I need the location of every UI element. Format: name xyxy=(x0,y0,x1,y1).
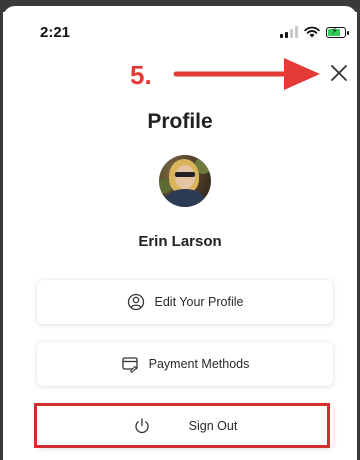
payment-methods-button[interactable]: Payment Methods xyxy=(37,342,333,386)
annotation-arrow-icon xyxy=(173,58,320,90)
user-name: Erin Larson xyxy=(138,233,222,250)
step-number-annotation: 5. xyxy=(130,60,152,90)
battery-icon: ⚡ xyxy=(326,25,349,38)
screen-top-edge xyxy=(3,6,357,18)
charging-bolt-icon: ⚡ xyxy=(331,25,339,37)
status-time: 2:21 xyxy=(40,24,71,41)
wifi-icon xyxy=(304,26,320,38)
user-circle-icon xyxy=(127,293,145,311)
page-title: Profile xyxy=(147,110,213,133)
status-bar: 2:21 ⚡ xyxy=(0,18,360,46)
edit-profile-button[interactable]: Edit Your Profile xyxy=(37,280,333,324)
status-icons: ⚡ xyxy=(280,25,349,38)
edit-profile-label: Edit Your Profile xyxy=(154,295,244,309)
close-icon[interactable] xyxy=(328,62,350,84)
payment-card-icon xyxy=(121,355,139,373)
cellular-signal-icon xyxy=(280,26,298,38)
avatar xyxy=(159,155,211,207)
sign-out-highlight-annotation xyxy=(34,403,330,448)
payment-methods-label: Payment Methods xyxy=(148,357,250,371)
